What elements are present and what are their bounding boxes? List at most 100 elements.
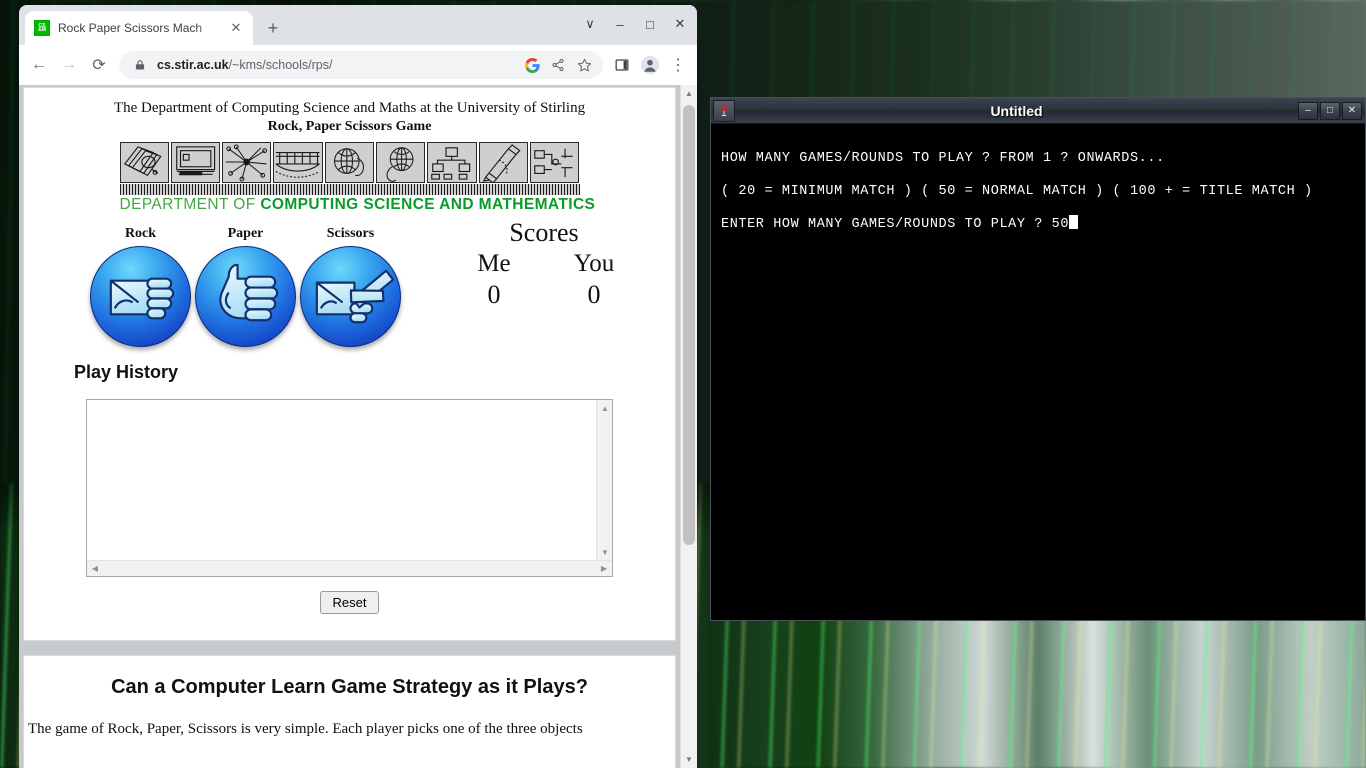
maximize-window-button[interactable]: □ <box>635 11 665 37</box>
profile-avatar-icon[interactable] <box>637 52 663 78</box>
terminal-prompt-line[interactable]: ENTER HOW MANY GAMES/ROUNDS TO PLAY ? 50 <box>721 208 1355 241</box>
close-window-button[interactable]: ✕ <box>665 11 695 37</box>
rock-hand-icon[interactable] <box>90 246 191 347</box>
browser-tab[interactable]: CS &M Rock Paper Scissors Mach ✕ <box>25 11 253 45</box>
dept-emphasis: COMPUTING SCIENCE AND MATHEMATICS <box>260 196 596 213</box>
terminal-title-bar[interactable]: Untitled – □ ✕ <box>711 98 1365 124</box>
close-tab-icon[interactable]: ✕ <box>228 20 244 36</box>
textarea-top-area: ▲ ▼ <box>87 400 612 560</box>
score-you-label: You <box>573 250 615 277</box>
banner-hatch-strip <box>119 184 580 195</box>
textarea-vertical-scrollbar[interactable]: ▲ ▼ <box>596 400 612 560</box>
page-scroll-thumb[interactable] <box>683 105 695 545</box>
choice-paper-label: Paper <box>227 226 264 241</box>
url-domain: cs.stir.ac.uk <box>157 58 229 72</box>
score-you-value: 0 <box>587 280 601 309</box>
tab-search-icon[interactable]: ∨ <box>575 11 605 37</box>
wine-console-window: Untitled – □ ✕ HOW MANY GAMES/ROUNDS TO … <box>710 97 1366 621</box>
page-title: Rock, Paper Scissors Game <box>267 119 432 134</box>
browser-viewport: The Department of Computing Science and … <box>19 85 697 768</box>
banner-tile-circuit-icon <box>530 142 580 183</box>
page-scroll-down-icon[interactable]: ▼ <box>681 751 697 768</box>
score-me-value: 0 <box>487 280 501 309</box>
terminal-window-buttons: – □ ✕ <box>1298 101 1362 120</box>
reset-button[interactable]: Reset <box>319 591 380 614</box>
choice-scissors[interactable]: Scissors <box>298 226 403 356</box>
scissors-hand-icon[interactable] <box>300 246 401 347</box>
banner-tile-geometry-icon <box>119 142 169 183</box>
address-bar[interactable]: cs.stir.ac.uk/~kms/schools/rps/ <box>119 51 603 79</box>
terminal-cursor <box>1069 215 1079 229</box>
google-search-icon[interactable] <box>523 56 541 74</box>
window-controls: ∨ – □ ✕ <box>575 11 695 37</box>
scores-panel: Scores Me 0 You 0 <box>444 218 644 310</box>
terminal-prompt-text: ENTER HOW MANY GAMES/ROUNDS TO PLAY ? <box>721 217 1052 232</box>
choice-paper[interactable]: Paper <box>193 226 298 356</box>
scroll-up-icon[interactable]: ▲ <box>597 400 613 416</box>
terminal-output[interactable]: HOW MANY GAMES/ROUNDS TO PLAY ? FROM 1 ?… <box>711 124 1365 620</box>
browser-tab-title: Rock Paper Scissors Mach <box>58 21 203 35</box>
reload-button[interactable]: ⟳ <box>85 51 113 79</box>
play-history-text[interactable] <box>87 400 596 560</box>
banner-tile-tree-diagram-icon <box>427 142 477 183</box>
score-me-label: Me <box>477 250 511 277</box>
choice-rock-label: Rock <box>124 226 157 241</box>
reset-button-row: Reset <box>24 591 675 614</box>
page-scroll-up-icon[interactable]: ▲ <box>681 85 697 102</box>
terminal-line: ( 20 = MINIMUM MATCH ) ( 50 = NORMAL MAT… <box>721 184 1313 199</box>
score-you: You 0 <box>544 250 644 310</box>
share-icon[interactable] <box>549 56 567 74</box>
paper-hand-icon[interactable] <box>195 246 296 347</box>
favicon-line-2: &M <box>38 27 46 33</box>
scroll-down-icon[interactable]: ▼ <box>597 544 613 560</box>
chrome-browser-window: CS &M Rock Paper Scissors Mach ✕ + ∨ – □… <box>19 5 697 768</box>
terminal-window-title: Untitled <box>990 102 1043 119</box>
web-page-content: The Department of Computing Science and … <box>19 85 680 768</box>
browser-toolbar: ← → ⟳ cs.stir.ac.uk/~kms/schools/rps/ ⋮ <box>19 45 697 85</box>
banner-tile-computer-icon <box>170 142 221 183</box>
forward-button[interactable]: → <box>55 51 83 79</box>
textarea-horizontal-scrollbar[interactable]: ◀ ▶ <box>87 560 612 576</box>
site-lock-icon[interactable] <box>131 56 149 74</box>
university-heading: The Department of Computing Science and … <box>113 100 586 116</box>
address-bar-url: cs.stir.ac.uk/~kms/schools/rps/ <box>157 58 515 72</box>
play-history-label: Play History <box>74 362 179 382</box>
dept-prefix: DEPARTMENT OF <box>119 196 261 213</box>
banner-tile-brain-head-icon <box>376 142 426 183</box>
url-path: /~kms/schools/rps/ <box>228 58 333 72</box>
terminal-minimize-button[interactable]: – <box>1298 101 1318 120</box>
game-card: The Department of Computing Science and … <box>23 87 676 641</box>
score-me: Me 0 <box>444 250 544 310</box>
browser-tab-strip: CS &M Rock Paper Scissors Mach ✕ + ∨ – □… <box>19 5 697 45</box>
play-history-textarea[interactable]: ▲ ▼ ◀ ▶ <box>86 399 613 577</box>
scroll-right-icon[interactable]: ▶ <box>596 561 612 577</box>
new-tab-button[interactable]: + <box>259 14 287 42</box>
banner-tiles <box>119 142 580 183</box>
terminal-input-value[interactable]: 50 <box>1052 217 1069 232</box>
terminal-maximize-button[interactable]: □ <box>1320 101 1340 120</box>
wine-glass-icon <box>713 99 735 122</box>
choice-rock[interactable]: Rock <box>88 226 193 356</box>
terminal-close-button[interactable]: ✕ <box>1342 101 1362 120</box>
minimize-window-button[interactable]: – <box>605 11 635 37</box>
page-scrollbar[interactable]: ▲ ▼ <box>680 85 697 768</box>
article-paragraph: The game of Rock, Paper, Scissors is ver… <box>28 721 583 737</box>
department-banner-text: DEPARTMENT OF COMPUTING SCIENCE AND MATH… <box>119 196 595 214</box>
back-button[interactable]: ← <box>25 51 53 79</box>
choice-scissors-label: Scissors <box>326 226 375 241</box>
scores-title: Scores <box>509 218 579 247</box>
side-panel-icon[interactable] <box>609 52 635 78</box>
choice-buttons-row: Rock Paper Scissors Scores Me 0 You 0 <box>24 218 675 356</box>
banner-tile-pen-icon <box>478 142 529 183</box>
bookmark-star-icon[interactable] <box>575 56 593 74</box>
banner-tile-network-icon <box>222 142 272 183</box>
department-banner: DEPARTMENT OF COMPUTING SCIENCE AND MATH… <box>119 142 595 214</box>
article-heading: Can a Computer Learn Game Strategy as it… <box>111 676 588 698</box>
banner-tile-bridge-icon <box>273 142 323 183</box>
scores-row: Me 0 You 0 <box>444 250 644 310</box>
article-card: Can a Computer Learn Game Strategy as it… <box>23 655 676 768</box>
scroll-left-icon[interactable]: ◀ <box>87 561 103 577</box>
banner-tile-globe-head-icon <box>324 142 375 183</box>
terminal-line: HOW MANY GAMES/ROUNDS TO PLAY ? FROM 1 ?… <box>721 151 1165 166</box>
chrome-menu-icon[interactable]: ⋮ <box>665 52 691 78</box>
